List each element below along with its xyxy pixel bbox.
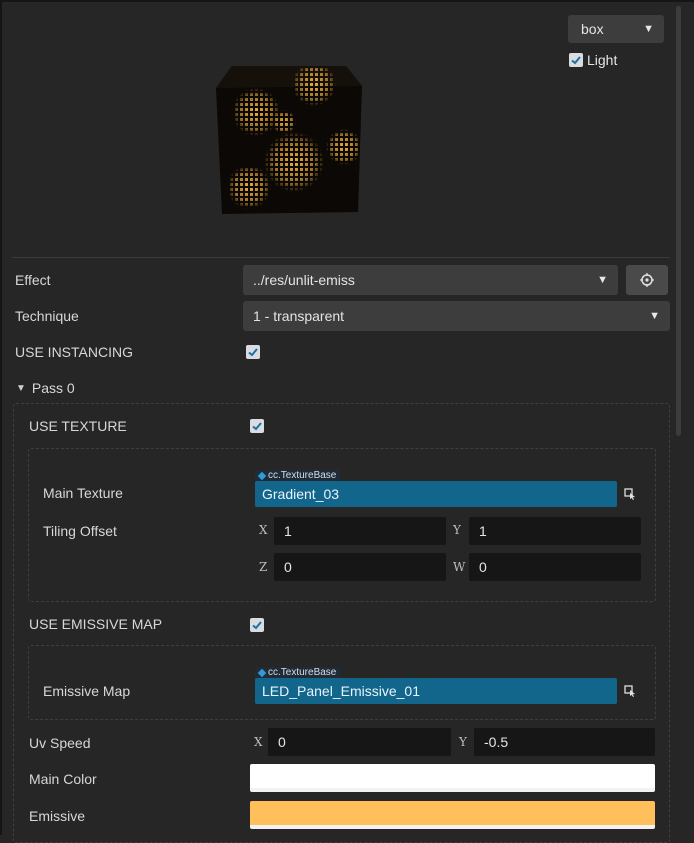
checkmark-icon (252, 621, 262, 630)
tiling-x-input[interactable]: 1 (274, 517, 446, 545)
dropdown-arrow-icon: ▼ (649, 310, 660, 322)
main-texture-pick-button[interactable] (619, 481, 641, 507)
tiling-y-input[interactable]: 1 (469, 517, 641, 545)
technique-label: Technique (15, 308, 79, 324)
main-color-fill (250, 764, 655, 788)
light-toggle[interactable]: Light (569, 52, 617, 68)
target-icon (640, 273, 654, 287)
preview-mesh-value: box (581, 21, 604, 37)
tiling-offset-label: Tiling Offset (43, 523, 117, 539)
tiling-z-input[interactable]: 0 (274, 553, 446, 581)
asset-type-icon (257, 471, 267, 480)
vertical-scrollbar[interactable] (676, 6, 681, 436)
material-preview[interactable] (214, 62, 364, 216)
effect-select[interactable]: ../res/unlit-emiss ▼ (243, 265, 618, 295)
uv-speed-x-label: X (254, 735, 263, 749)
emissive-map-label: Emissive Map (43, 683, 131, 699)
expand-arrow-icon: ▼ (16, 382, 26, 394)
cube-preview-image (216, 66, 362, 214)
uv-speed-y-input[interactable]: -0.5 (474, 728, 655, 756)
alpha-bar (250, 788, 655, 792)
use-instancing-label: USE INSTANCING (15, 344, 133, 360)
main-texture-value: Gradient_03 (262, 486, 340, 502)
checkbox-checked-icon[interactable] (569, 53, 583, 67)
main-color-swatch[interactable] (250, 764, 655, 792)
emissive-color-swatch[interactable] (250, 801, 655, 829)
locate-effect-button[interactable] (626, 265, 668, 295)
technique-value: 1 - transparent (253, 308, 345, 324)
tiling-w-label: W (453, 560, 466, 574)
tiling-z-label: Z (259, 560, 268, 574)
asset-type-tag: cc.TextureBase (255, 667, 341, 678)
checkmark-icon (248, 348, 258, 357)
emissive-map-value: LED_Panel_Emissive_01 (262, 683, 420, 699)
technique-select[interactable]: 1 - transparent ▼ (243, 301, 670, 331)
main-texture-label: Main Texture (43, 485, 123, 501)
dropdown-arrow-icon: ▼ (643, 23, 654, 35)
use-texture-label: USE TEXTURE (29, 418, 127, 434)
main-texture-field[interactable]: cc.TextureBase Gradient_03 (255, 470, 641, 508)
preview-divider (12, 257, 670, 258)
use-emissive-map-label: USE EMISSIVE MAP (29, 616, 163, 632)
tiling-x-label: X (259, 523, 268, 537)
effect-label: Effect (15, 272, 51, 288)
use-instancing-checkbox[interactable] (246, 345, 260, 359)
top-border (0, 0, 694, 2)
left-border (0, 0, 2, 835)
main-color-label: Main Color (29, 771, 97, 787)
picker-icon (624, 685, 635, 697)
main-texture-type: cc.TextureBase (268, 470, 337, 481)
dropdown-arrow-icon: ▼ (597, 274, 608, 286)
emissive-label: Emissive (29, 808, 86, 824)
uv-speed-label: Uv Speed (29, 735, 91, 751)
preview-mesh-select[interactable]: box ▼ (568, 15, 664, 43)
picker-icon (624, 488, 635, 500)
checkmark-icon (252, 422, 262, 431)
main-texture-asset[interactable]: Gradient_03 (255, 481, 617, 507)
asset-type-icon (257, 668, 267, 677)
use-texture-checkbox[interactable] (250, 419, 264, 433)
uv-speed-x-input[interactable]: 0 (268, 728, 451, 756)
pass-0-header[interactable]: ▼ Pass 0 (16, 380, 75, 396)
emissive-map-field[interactable]: cc.TextureBase LED_Panel_Emissive_01 (255, 667, 641, 705)
tiling-y-label: Y (453, 523, 461, 537)
alpha-bar (250, 825, 655, 829)
emissive-color-fill (250, 801, 655, 825)
uv-speed-y-label: Y (459, 735, 467, 749)
tiling-w-input[interactable]: 0 (469, 553, 641, 581)
effect-value: ../res/unlit-emiss (253, 272, 355, 288)
emissive-map-asset[interactable]: LED_Panel_Emissive_01 (255, 678, 617, 704)
emissive-map-type: cc.TextureBase (268, 667, 337, 678)
use-emissive-map-checkbox[interactable] (250, 618, 264, 632)
asset-type-tag: cc.TextureBase (255, 470, 341, 481)
pass-0-label: Pass 0 (31, 380, 75, 396)
light-label: Light (587, 52, 618, 68)
emissive-map-pick-button[interactable] (619, 678, 641, 704)
